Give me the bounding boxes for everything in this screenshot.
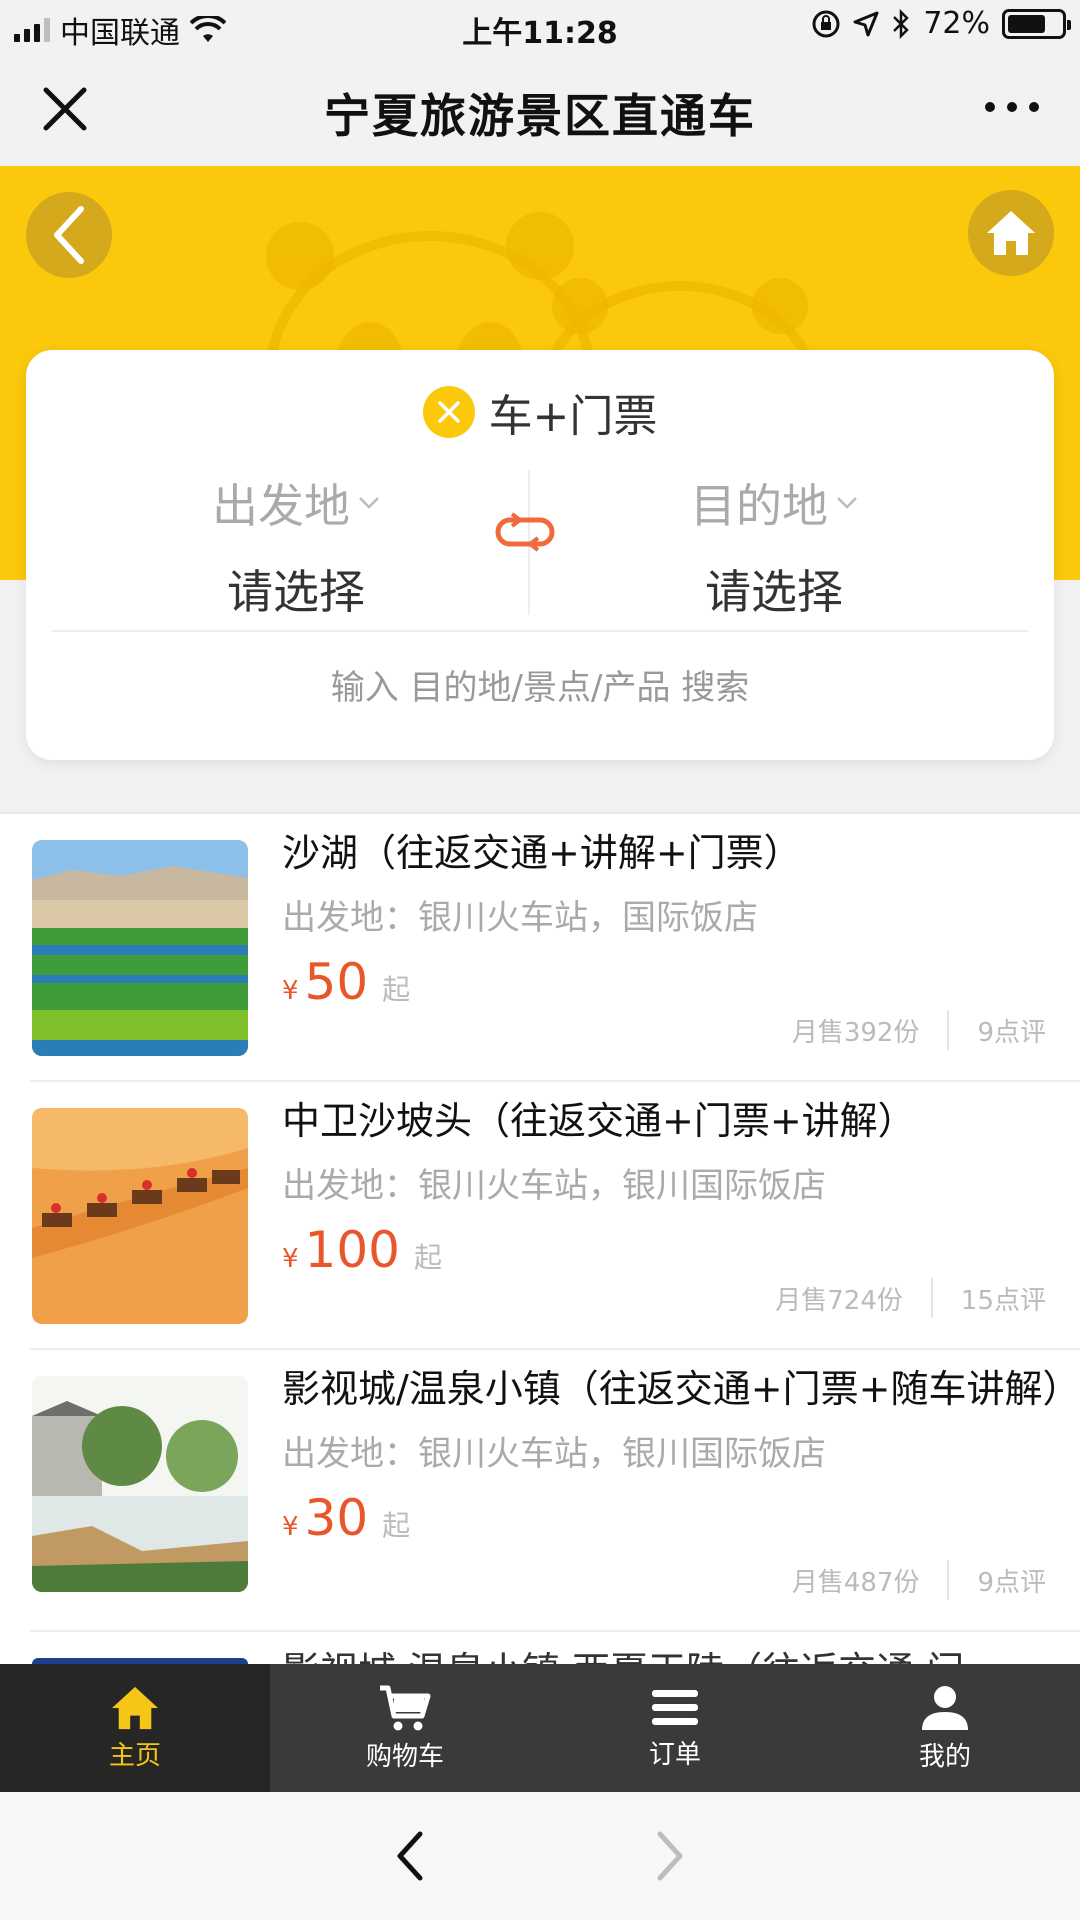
product-meta: 月售392份 9点评 [792, 1010, 1046, 1050]
cart-icon [380, 1685, 431, 1730]
tab-profile-label: 我的 [918, 1741, 971, 1772]
list-item[interactable]: 影视城/温泉小镇（往返交通+门票+随车讲解） 出发地：银川火车站，银川国际饭店 … [30, 1350, 1080, 1632]
list-item[interactable]: 沙湖（往返交通+讲解+门票） 出发地：银川火车站，国际饭店 ¥ 50 起 月售3… [30, 814, 1080, 1082]
bottom-tab-bar: 主页 购物车 订单 我的 [0, 1664, 1080, 1792]
product-price: ¥ 100 起 [282, 1221, 1062, 1279]
product-info: 中卫沙坡头（往返交通+门票+讲解） 出发地：银川火车站，银川国际饭店 ¥ 100… [282, 1098, 1062, 1279]
product-image-shapotou [32, 1108, 248, 1324]
bus-ticket-icon [422, 386, 475, 438]
banner-back-button[interactable] [26, 192, 112, 278]
review-count: 15点评 [960, 1285, 1046, 1316]
price-value: 30 [304, 1489, 369, 1547]
product-departure: 出发地：银川火车站，国际饭店 [282, 898, 758, 938]
departure-label: 出发地 [212, 479, 350, 533]
destination-selector[interactable]: 目的地 请选择 [624, 470, 924, 622]
price-suffix: 起 [413, 1241, 442, 1274]
search-input[interactable]: 输入 目的地/景点/产品 搜索 [26, 660, 1054, 709]
search-card: 车+门票 出发地 请选择 目的地 请选择 输入 目的地/景点/产品 搜索 [26, 350, 1054, 760]
price-suffix: 起 [382, 1509, 411, 1542]
currency-symbol: ¥ [282, 1244, 299, 1274]
status-right: 72% [811, 6, 1071, 41]
destination-label: 目的地 [690, 479, 828, 533]
currency-symbol: ¥ [282, 1512, 299, 1542]
menu-icon [652, 1689, 698, 1725]
destination-value: 请选择 [705, 565, 843, 619]
tab-cart[interactable]: 购物车 [270, 1664, 540, 1792]
product-name: 中卫沙坡头（往返交通+门票+讲解） [282, 1099, 916, 1143]
review-count: 9点评 [977, 1017, 1046, 1048]
departure-selector[interactable]: 出发地 请选择 [146, 470, 446, 622]
home-icon [112, 1686, 158, 1729]
tab-profile[interactable]: 我的 [810, 1664, 1080, 1792]
chevron-left-icon[interactable] [382, 1824, 442, 1888]
review-count: 9点评 [977, 1567, 1046, 1598]
product-info: 沙湖（往返交通+讲解+门票） 出发地：银川火车站，国际饭店 ¥ 50 起 [282, 830, 1062, 1011]
tab-home[interactable]: 主页 [0, 1664, 270, 1792]
monthly-sales: 月售724份 [775, 1285, 903, 1316]
product-type-label: 车+门票 [488, 391, 658, 442]
product-departure: 出发地：银川火车站，银川国际饭店 [282, 1434, 826, 1474]
product-type-tab[interactable]: 车+门票 [26, 380, 1054, 444]
chevron-down-icon [359, 497, 379, 509]
product-info: 影视城/温泉小镇（往返交通+门票+随车讲解） 出发地：银川火车站，银川国际饭店 … [282, 1366, 1080, 1547]
user-icon [922, 1685, 968, 1730]
product-name: 影视城/温泉小镇（往返交通+门票+随车讲解） [282, 1367, 1080, 1411]
battery-icon [1002, 8, 1071, 39]
product-price: ¥ 30 起 [282, 1489, 1062, 1547]
bluetooth-icon [893, 8, 910, 39]
product-info: 影视城 温泉小镇 西夏王陵（往返交通 门 [282, 1648, 1062, 1664]
battery-percent: 72% [923, 6, 990, 41]
more-icon[interactable] [982, 92, 1042, 122]
tab-home-label: 主页 [108, 1740, 161, 1771]
monthly-sales: 月售487份 [791, 1567, 920, 1598]
tab-orders[interactable]: 订单 [540, 1664, 810, 1792]
tab-orders-label: 订单 [648, 1739, 701, 1770]
banner-home-button[interactable] [968, 190, 1054, 276]
chevron-down-icon [837, 497, 857, 509]
tab-cart-label: 购物车 [365, 1741, 444, 1772]
back-arrow-icon [54, 206, 84, 264]
status-bar: 中国联通 上午11:28 72% [0, 0, 1080, 54]
price-suffix: 起 [382, 973, 411, 1006]
departure-label-row: 出发地 [146, 470, 446, 536]
product-image-film-city [32, 1376, 248, 1592]
product-image-shahu [32, 840, 248, 1056]
product-meta: 月售724份 15点评 [775, 1278, 1046, 1318]
price-value: 50 [304, 953, 369, 1011]
chevron-right-icon[interactable] [638, 1824, 698, 1888]
list-item[interactable]: 影视城 温泉小镇 西夏王陵（往返交通 门 [30, 1632, 1080, 1664]
list-item[interactable]: 中卫沙坡头（往返交通+门票+讲解） 出发地：银川火车站，银川国际饭店 ¥ 100… [30, 1082, 1080, 1350]
price-value: 100 [304, 1221, 400, 1279]
browser-toolbar [0, 1792, 1080, 1920]
departure-value: 请选择 [227, 565, 365, 619]
destination-label-row: 目的地 [624, 470, 924, 536]
monthly-sales: 月售392份 [791, 1017, 920, 1048]
currency-symbol: ¥ [282, 976, 299, 1006]
product-departure: 出发地：银川火车站，银川国际饭店 [282, 1166, 826, 1206]
product-list: 沙湖（往返交通+讲解+门票） 出发地：银川火车站，国际饭店 ¥ 50 起 月售3… [0, 812, 1080, 1664]
card-divider [52, 630, 1028, 632]
home-icon [987, 211, 1035, 255]
navigation-bar: 宁夏旅游景区直通车 [0, 54, 1080, 166]
swap-icon[interactable] [494, 510, 556, 554]
page-title: 宁夏旅游景区直通车 [324, 89, 756, 143]
product-name: 沙湖（往返交通+讲解+门票） [282, 831, 802, 875]
product-meta: 月售487份 9点评 [792, 1560, 1046, 1600]
rotation-lock-icon [812, 10, 840, 37]
location-icon [853, 11, 879, 36]
product-name: 影视城 温泉小镇 西夏王陵（往返交通 门 [282, 1648, 1062, 1664]
product-price: ¥ 50 起 [282, 953, 1062, 1011]
